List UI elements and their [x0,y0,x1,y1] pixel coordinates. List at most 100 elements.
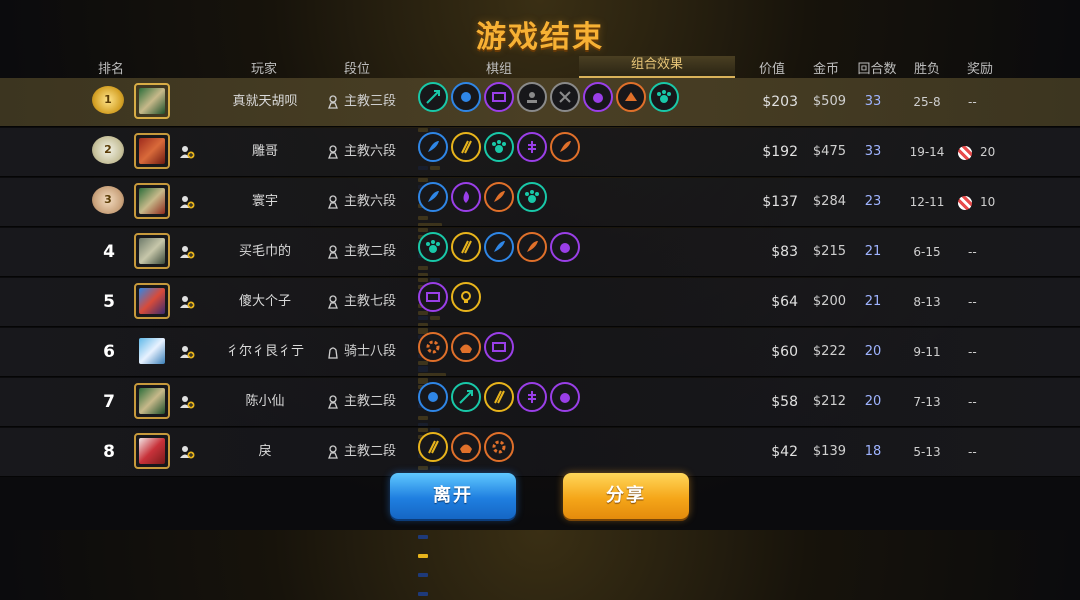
gear-trait-icon[interactable] [484,432,514,462]
win-loss: 9-11 [913,345,941,359]
table-row[interactable]: 7 陈小仙 主教二段 $58 $212 20 7-13 -- [0,378,1080,508]
bishop-icon [328,194,338,209]
add-friend-icon[interactable] [179,194,195,210]
demon-trait-icon[interactable] [550,232,580,262]
undead-trait-icon[interactable] [517,382,547,412]
tier: 主教七段 [326,278,396,326]
trait-level-bar [418,217,430,384]
assassin-trait-icon[interactable] [484,382,514,412]
assassin-trait-icon[interactable] [451,132,481,162]
trait-level-bar [418,117,444,246]
table-row[interactable]: 5 傻大个子 主教七段 $64 $200 21 8-13 -- [0,278,1080,427]
paw-trait-icon[interactable] [649,82,679,112]
gold: $284 [812,194,846,209]
add-friend-icon[interactable] [179,444,195,460]
player-name: 真就天胡呗 [232,94,298,109]
druid-trait-icon[interactable] [550,132,580,162]
tier-label: 主教六段 [344,144,397,159]
avatar[interactable] [134,83,170,119]
avatar[interactable] [134,433,170,469]
tier-label: 主教二段 [344,394,397,409]
rank-number: 6 [103,342,115,362]
player-name: 雕哥 [251,144,278,159]
gold: $139 [812,444,846,459]
avatar[interactable] [134,233,170,269]
candy-icon [958,145,972,160]
paw-trait-icon[interactable] [484,132,514,162]
rounds: 21 [864,294,882,309]
feather-trait-icon[interactable] [418,132,448,162]
gold: $222 [812,344,846,359]
tier: 主教二段 [326,378,396,426]
feather-trait-icon[interactable] [484,232,514,262]
mech-trait-icon[interactable] [418,282,448,312]
human-trait-icon[interactable] [517,82,547,112]
reward: -- [968,395,977,409]
win-loss: 12-11 [909,195,945,209]
goblin-trait-icon[interactable] [451,82,481,112]
table-row[interactable]: 2 雕哥 主教六段 $192 $475 33 19-14 20 [0,128,1080,372]
druid-trait-icon[interactable] [484,182,514,212]
add-friend-icon[interactable] [179,344,195,360]
paw-trait-icon[interactable] [517,182,547,212]
player-name: 寰宇 [251,194,278,209]
win-loss: 19-14 [909,145,945,159]
avatar[interactable] [134,383,170,419]
rounds: 33 [864,144,882,159]
assassin-trait-icon[interactable] [451,232,481,262]
share-button[interactable]: 分享 [563,473,689,519]
table-row[interactable]: 6 彳尔彳艮彳亍 骑士八段 $60 $222 20 9-11 -- [0,328,1080,515]
paw-trait-icon[interactable] [418,232,448,262]
player-name: 彳尔彳艮彳亍 [225,344,304,359]
goblin-trait-icon[interactable] [418,382,448,412]
trait-level-bar [418,167,430,372]
win-loss: 7-13 [913,395,941,409]
value: $64 [771,294,798,310]
table-row[interactable]: 8 戾 主教二段 $42 $139 18 5-13 -- [0,428,1080,596]
avatar[interactable] [134,333,170,369]
reward: -- [968,445,977,459]
undead-trait-icon[interactable] [517,132,547,162]
tier: 骑士八段 [326,328,396,376]
silver-medal-icon: 2 [92,136,124,164]
add-friend-icon[interactable] [179,394,195,410]
warrior-trait-icon[interactable] [550,82,580,112]
gear-trait-icon[interactable] [418,332,448,362]
player-name: 傻大个子 [238,294,291,309]
mage-trait-icon[interactable] [451,182,481,212]
demon-trait-icon[interactable] [583,82,613,112]
orc-trait-icon[interactable] [451,432,481,462]
druid-trait-icon[interactable] [517,232,547,262]
add-friend-icon[interactable] [179,144,195,160]
table-row[interactable]: 3 寰宇 主教六段 $137 $284 23 12-11 10 [0,178,1080,384]
ranger-trait-icon[interactable] [451,382,481,412]
mech-trait-icon[interactable] [484,332,514,362]
header-lineup[interactable]: 棋组 [486,58,512,77]
demon-trait-icon[interactable] [550,382,580,412]
table-row[interactable]: 1 真就天胡呗 主教三段 $203 $509 33 25-8 -- [0,78,1080,246]
avatar[interactable] [134,283,170,319]
avatar[interactable] [134,183,170,219]
table-row[interactable]: 4 买毛巾的 主教二段 $83 $215 21 6-15 -- [0,228,1080,377]
assassin-trait-icon[interactable] [418,432,448,462]
header-combo-tab[interactable]: 组合效果 [579,56,735,78]
avatar[interactable] [134,133,170,169]
orc-trait-icon[interactable] [451,332,481,362]
gold: $475 [812,144,846,159]
gold: $212 [812,394,846,409]
knight-trait-icon[interactable] [451,282,481,312]
add-friend-icon[interactable] [179,244,195,260]
leave-button[interactable]: 离开 [390,473,516,519]
ranger-trait-icon[interactable] [418,82,448,112]
player-name: 买毛巾的 [238,244,291,259]
mech-trait-icon[interactable] [484,82,514,112]
player-name: 陈小仙 [245,394,285,409]
candy-icon [958,195,972,210]
add-friend-icon[interactable] [179,294,195,310]
value: $42 [771,444,798,460]
feather-trait-icon[interactable] [418,182,448,212]
tier: 主教二段 [326,428,396,476]
beast-trait-icon[interactable] [616,82,646,112]
tier-label: 主教七段 [344,294,397,309]
bronze-medal-icon: 3 [92,186,124,214]
